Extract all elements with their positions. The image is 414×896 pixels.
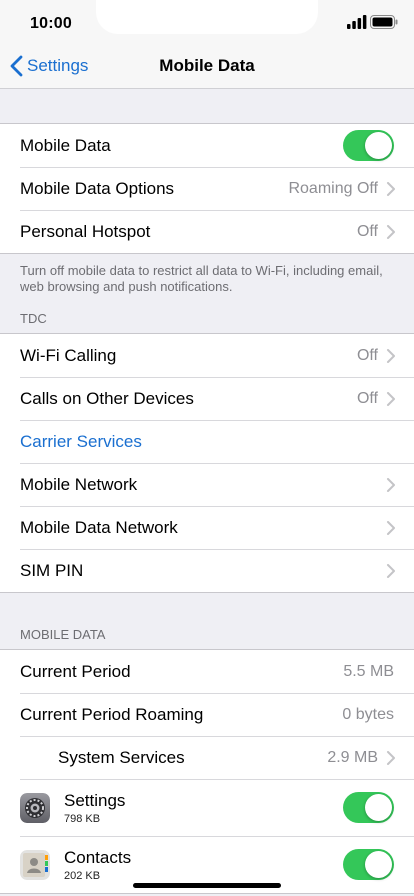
- mobile-data-network-label: Mobile Data Network: [20, 517, 178, 537]
- chevron-right-icon: [387, 391, 395, 406]
- chevron-right-icon: [387, 181, 395, 196]
- mobile-data-network-row[interactable]: Mobile Data Network: [0, 506, 414, 549]
- cellular-signal-icon: [347, 15, 367, 29]
- carrier-group: Wi-Fi Calling Off Calls on Other Devices…: [0, 333, 414, 593]
- home-indicator[interactable]: [133, 883, 281, 888]
- chevron-right-icon: [387, 477, 395, 492]
- personal-hotspot-label: Personal Hotspot: [20, 221, 151, 241]
- mobile-data-options-value: Roaming Off: [288, 179, 378, 197]
- current-period-label: Current Period: [20, 661, 131, 681]
- mobile-data-options-row[interactable]: Mobile Data Options Roaming Off: [0, 167, 414, 210]
- app-usage: 202 KB: [64, 869, 101, 882]
- app-info: Contacts 202 KB: [64, 848, 343, 882]
- system-services-value: 2.9 MB: [327, 748, 378, 766]
- settings-gear-icon: [20, 792, 50, 823]
- toggle-knob: [365, 132, 392, 159]
- settings-data-toggle[interactable]: [343, 792, 394, 823]
- carrier-section-header: TDC: [20, 311, 47, 326]
- chevron-right-icon: [387, 520, 395, 535]
- app-usage: 798 KB: [64, 812, 101, 825]
- mobile-data-label: Mobile Data: [20, 135, 111, 155]
- current-period-roaming-row: Current Period Roaming 0 bytes: [0, 693, 414, 736]
- battery-icon: [370, 15, 398, 29]
- system-services-row[interactable]: System Services 2.9 MB: [0, 736, 414, 779]
- contacts-icon: [20, 849, 50, 880]
- chevron-right-icon: [387, 348, 395, 363]
- current-period-roaming-value: 0 bytes: [342, 705, 394, 723]
- navigation-bar: Settings Mobile Data: [0, 44, 414, 89]
- status-time: 10:00: [30, 15, 72, 32]
- mobile-network-row[interactable]: Mobile Network: [0, 463, 414, 506]
- mobile-network-label: Mobile Network: [20, 474, 138, 494]
- notch: [96, 0, 318, 34]
- mobile-data-options-label: Mobile Data Options: [20, 178, 175, 198]
- chevron-right-icon: [387, 563, 395, 578]
- status-bar: 10:00: [0, 0, 414, 44]
- mobile-data-toggle[interactable]: [343, 130, 394, 161]
- top-spacer: [0, 89, 414, 123]
- toggle-knob: [365, 851, 392, 878]
- settings-content: Mobile Data Mobile Data Options Roaming …: [0, 89, 414, 894]
- personal-hotspot-row[interactable]: Personal Hotspot Off: [0, 210, 414, 253]
- current-period-row: Current Period 5.5 MB: [0, 650, 414, 693]
- current-period-roaming-label: Current Period Roaming: [20, 704, 204, 724]
- calls-other-devices-row[interactable]: Calls on Other Devices Off: [0, 377, 414, 420]
- contacts-data-toggle[interactable]: [343, 849, 394, 880]
- wifi-calling-row[interactable]: Wi-Fi Calling Off: [0, 334, 414, 377]
- wifi-calling-value: Off: [356, 346, 378, 364]
- current-period-value: 5.5 MB: [343, 662, 394, 680]
- page-title: Mobile Data: [159, 56, 255, 75]
- wifi-calling-label: Wi-Fi Calling: [20, 345, 117, 365]
- usage-group: Current Period 5.5 MB Current Period Roa…: [0, 649, 414, 894]
- calls-other-devices-label: Calls on Other Devices: [20, 388, 194, 408]
- usage-section-header: MOBILE DATA: [20, 627, 106, 642]
- app-info: Settings 798 KB: [64, 791, 343, 825]
- app-name: Contacts: [64, 847, 132, 867]
- toggle-knob: [365, 794, 392, 821]
- sim-pin-row[interactable]: SIM PIN: [0, 549, 414, 592]
- chevron-right-icon: [387, 224, 395, 239]
- mobile-data-group: Mobile Data Mobile Data Options Roaming …: [0, 123, 414, 254]
- system-services-label: System Services: [58, 747, 185, 767]
- personal-hotspot-value: Off: [356, 222, 378, 240]
- carrier-services-link[interactable]: Carrier Services: [20, 432, 414, 452]
- mobile-data-row: Mobile Data: [0, 124, 414, 167]
- app-name: Settings: [64, 790, 126, 810]
- carrier-services-row[interactable]: Carrier Services: [0, 420, 414, 463]
- mobile-data-footer-note: Turn off mobile data to restrict all dat…: [20, 263, 383, 294]
- app-row-settings: Settings 798 KB: [0, 779, 414, 836]
- chevron-right-icon: [387, 750, 395, 765]
- calls-other-devices-value: Off: [356, 389, 378, 407]
- sim-pin-label: SIM PIN: [20, 560, 84, 580]
